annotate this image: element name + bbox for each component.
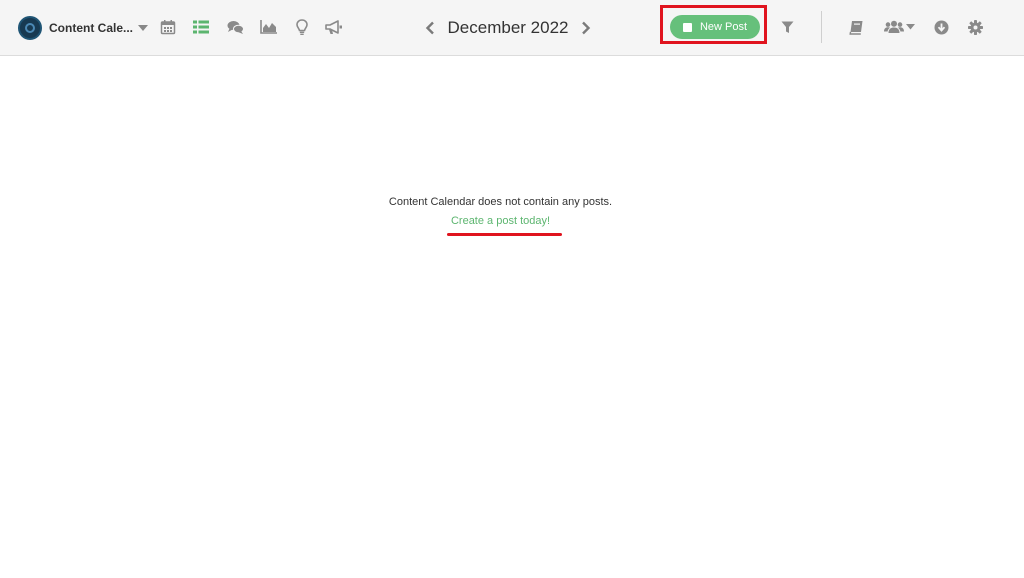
previous-month-button[interactable] [420, 14, 440, 42]
top-bar: Content Cale... December 2022 New Post [0, 0, 1024, 56]
calendar-icon [160, 20, 176, 35]
empty-state-message: Content Calendar does not contain any po… [388, 196, 613, 208]
library-button[interactable] [846, 17, 866, 37]
create-post-link[interactable]: Create a post today! [0, 215, 1001, 227]
list-view-button[interactable] [191, 17, 211, 37]
gear-icon [967, 19, 983, 35]
ideas-button[interactable] [292, 17, 312, 37]
campaigns-button[interactable] [324, 17, 344, 37]
filter-button[interactable] [777, 17, 797, 37]
current-month-label: December 2022 [447, 18, 569, 37]
filter-icon [781, 21, 793, 33]
lightbulb-icon [296, 18, 308, 35]
download-icon [934, 20, 948, 34]
team-menu-button[interactable] [883, 17, 915, 37]
app-window: Content Cale... December 2022 New Post C… [0, 0, 1024, 578]
workspace-name: Content Cale... [49, 21, 134, 35]
chevron-right-icon [582, 21, 591, 35]
users-icon [883, 20, 904, 33]
chevron-left-icon [425, 21, 434, 35]
note-icon [682, 22, 692, 32]
caret-down-icon [905, 24, 915, 30]
new-post-label: New Post [699, 21, 748, 33]
next-month-button[interactable] [576, 14, 596, 42]
workspace-logo [18, 16, 42, 40]
chart-icon [260, 20, 277, 34]
logo-ring-icon [25, 23, 35, 33]
workspace-selector[interactable]: Content Cale... [18, 14, 149, 42]
list-icon [193, 20, 209, 34]
underline-annotation [447, 233, 562, 236]
comments-icon [227, 20, 244, 34]
month-navigator: December 2022 [420, 14, 596, 42]
bullhorn-icon [325, 19, 342, 34]
new-post-button[interactable]: New Post [670, 15, 760, 39]
caret-down-icon [138, 25, 149, 31]
analytics-button[interactable] [259, 17, 279, 37]
comments-button[interactable] [225, 17, 245, 37]
download-button[interactable] [931, 17, 951, 37]
settings-button[interactable] [965, 17, 985, 37]
toolbar-divider [821, 11, 822, 43]
calendar-view-button[interactable] [158, 17, 178, 37]
book-icon [848, 20, 862, 35]
